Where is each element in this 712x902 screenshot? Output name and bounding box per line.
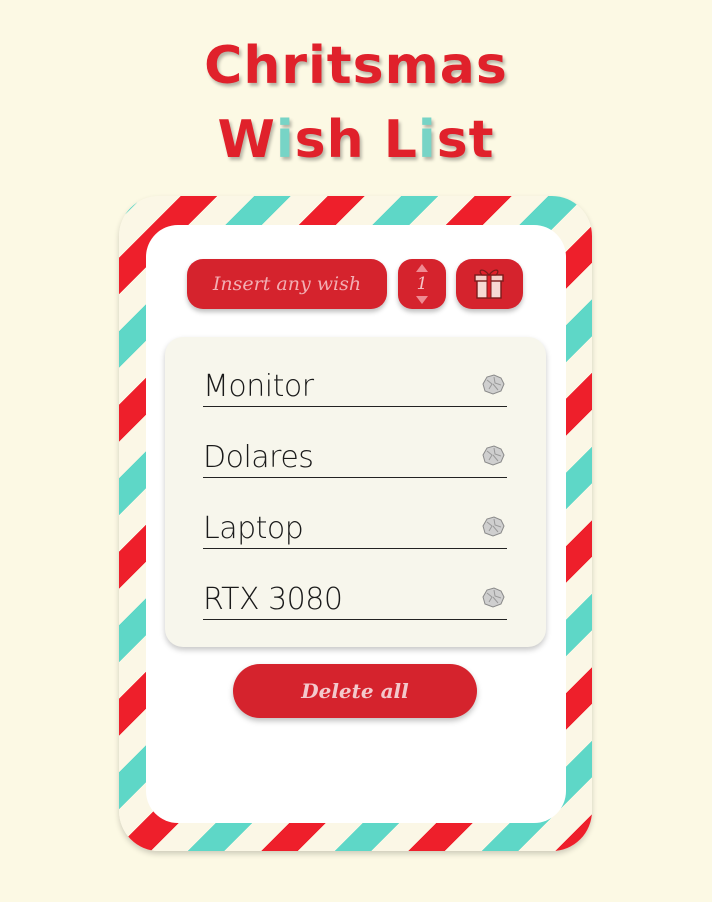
- quantity-value[interactable]: 1: [398, 274, 446, 294]
- add-wish-button[interactable]: [456, 259, 523, 309]
- striped-envelope-frame: 1 Monitor Dolares: [119, 196, 592, 851]
- list-item: Dolares: [203, 432, 507, 478]
- wish-label: RTX 3080: [203, 582, 343, 617]
- gift-icon: [474, 269, 504, 299]
- wish-label: Dolares: [203, 440, 314, 475]
- quantity-stepper[interactable]: 1: [398, 259, 446, 309]
- title-letter: W: [217, 110, 276, 170]
- wish-label: Laptop: [203, 511, 304, 546]
- wish-card: 1 Monitor Dolares: [146, 225, 566, 823]
- crumpled-paper-icon[interactable]: [479, 585, 507, 609]
- stepper-down-icon[interactable]: [416, 296, 428, 304]
- list-item: RTX 3080: [203, 574, 507, 620]
- title-letter: st: [436, 110, 495, 170]
- list-item: Monitor: [203, 361, 507, 407]
- list-item: Laptop: [203, 503, 507, 549]
- stepper-up-icon[interactable]: [416, 264, 428, 272]
- crumpled-paper-icon[interactable]: [479, 443, 507, 467]
- page-title-line2: Wish List: [0, 110, 712, 170]
- title-letter: i: [417, 110, 437, 170]
- crumpled-paper-icon[interactable]: [479, 372, 507, 396]
- wish-label: Monitor: [203, 369, 314, 404]
- page-title-line1: Chritsmas: [204, 36, 508, 96]
- title-letter: sh L: [294, 110, 418, 170]
- title-letter: i: [275, 110, 295, 170]
- delete-all-button[interactable]: Delete all: [233, 664, 477, 718]
- wish-list: Monitor Dolares Laptop RTX 3080: [165, 337, 546, 647]
- wish-input[interactable]: [187, 259, 387, 309]
- crumpled-paper-icon[interactable]: [479, 514, 507, 538]
